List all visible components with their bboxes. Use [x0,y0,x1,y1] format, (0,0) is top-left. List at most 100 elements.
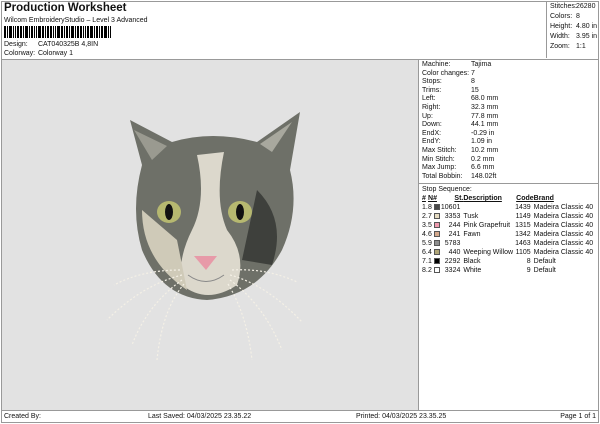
info-value: 6.6 mm [471,164,495,172]
color-swatch [433,258,440,265]
color-swatch [433,231,440,238]
stat-value: 4.80 in [576,23,598,30]
stop-sequence-table: # N# St. Description Code Brand 1. 8 106… [422,194,595,275]
info-label: EndX: [422,129,442,137]
thread-code: 8 [526,258,531,266]
needle-cell: 9 [428,239,440,248]
colorway-label: Colorway: [4,50,36,57]
stitch-count: 440 [448,249,461,257]
sequence-row: 5. 9 5783 1463 Madeira Classic 40 [422,239,595,248]
info-label: Stops: [422,78,442,86]
stat-value: 26280 [576,3,596,10]
stitch-count: 5783 [444,240,461,248]
cat-embroidery-image [106,112,303,361]
sequence-row: 8. 2 3324 White 9 Default [422,266,595,275]
thread-brand: Madeira Classic 40 [533,222,594,230]
page-number: Page 1 of 1 [560,413,596,420]
info-label: EndY: [422,138,441,146]
info-row: Down: 44.1 mm [422,121,595,130]
printed-date: Printed: 04/03/2025 23.35.25 [356,413,447,420]
stat-row: Width: 3.95 in [550,32,598,42]
stat-label: Stitches: [550,3,577,10]
info-value: 15 [471,86,479,94]
sequence-row: 1. 8 10601 1439 Madeira Classic 40 [422,203,595,212]
sequence-row: 2. 7 3353 Tusk 1149 Madeira Classic 40 [422,212,595,221]
stitch-count: 2292 [444,258,461,266]
thread-code: 1342 [515,231,531,239]
info-row: Color changes: 7 [422,70,595,79]
barcode [4,26,134,38]
needle-number: 2 [428,267,432,275]
needle-cell: 5 [428,221,440,230]
info-value: 10.2 mm [471,146,499,154]
stop-sequence: Stop Sequence: # N# St. Description Code… [419,183,598,276]
info-row: Trims: 15 [422,87,595,96]
stat-label: Colors: [550,13,573,20]
stat-value: 8 [576,13,580,20]
col-stitches: St. [454,195,464,203]
thread-brand: Madeira Classic 40 [533,240,594,248]
stat-row: Height: 4.80 in [550,22,598,32]
info-label: Up: [422,112,433,120]
footer: Created By: Last Saved: 04/03/2025 23.35… [2,410,598,422]
color-swatch [433,222,440,229]
stop-sequence-title: Stop Sequence: [422,186,472,194]
needle-number: 9 [428,240,432,248]
col-code: Code [516,195,534,203]
stat-label: Zoom: [550,43,570,50]
last-saved: Last Saved: 04/03/2025 23.35.22 [148,413,252,420]
design-value: CAT040325B 4,8IN [37,41,99,48]
info-value: -0.29 in [471,129,495,137]
info-label: Max Stitch: [422,146,457,154]
colorway-value: Colorway 1 [37,50,73,57]
col-description: Description [463,195,502,203]
design-preview [2,60,418,410]
created-by: Created By: [4,413,41,420]
info-value: 32.3 mm [471,103,499,111]
info-value: 1.09 in [471,138,493,146]
thread-code: 9 [526,267,531,275]
info-value: 8 [471,78,475,86]
color-swatch [433,240,440,247]
info-value: 0.2 mm [471,155,495,163]
thread-description: Tusk [463,213,479,221]
info-value: 77.8 mm [471,112,499,120]
info-row: EndX: -0.29 in [422,130,595,139]
thread-description [463,203,514,212]
needle-number: 8 [428,204,432,212]
info-row: Up: 77.8 mm [422,113,595,122]
color-swatch [433,267,440,274]
info-value: 44.1 mm [471,121,499,129]
page-title: Production Worksheet [4,2,127,14]
thread-brand: Madeira Classic 40 [533,231,594,239]
sequence-row: 7. 1 2292 Black 8 Default [422,257,595,266]
thread-description [463,239,514,248]
design-label: Design: [4,41,28,48]
sequence-row: 4. 6 241 Fawn 1342 Madeira Classic 40 [422,230,595,239]
software-label: Wilcom EmbroideryStudio – Level 3 Advanc… [4,17,148,24]
col-brand: Brand [533,195,554,203]
thread-code: 1463 [515,240,531,248]
info-row: EndY: 1.09 in [422,138,595,147]
info-label: Min Stitch: [422,155,455,163]
info-label: Left: [422,95,436,103]
info-row: Machine: Tajima [422,61,595,70]
needle-number: 1 [428,258,432,266]
thread-brand: Default [533,267,556,275]
thread-description: White [463,267,482,275]
info-row: Left: 68.0 mm [422,95,595,104]
thread-code: 1105 [515,249,531,257]
info-value: 148.02ft [471,172,497,180]
thread-brand: Madeira Classic 40 [533,249,594,257]
thread-description: Weeping Willow [463,249,514,257]
info-row: Total Bobbin: 148.02ft [422,173,595,182]
stitch-count: 241 [448,231,461,239]
stats-box: Stitches:26280 Colors: 8 Height: 4.80 in Widt… [546,2,598,58]
info-label: Color changes: [422,69,470,77]
thread-code: 1149 [515,213,531,221]
color-swatch [433,249,440,256]
stitch-count: 244 [448,222,461,230]
stat-row: Zoom: 1:1 [550,42,598,52]
thread-brand: Madeira Classic 40 [533,213,594,221]
needle-number: 5 [428,222,432,230]
